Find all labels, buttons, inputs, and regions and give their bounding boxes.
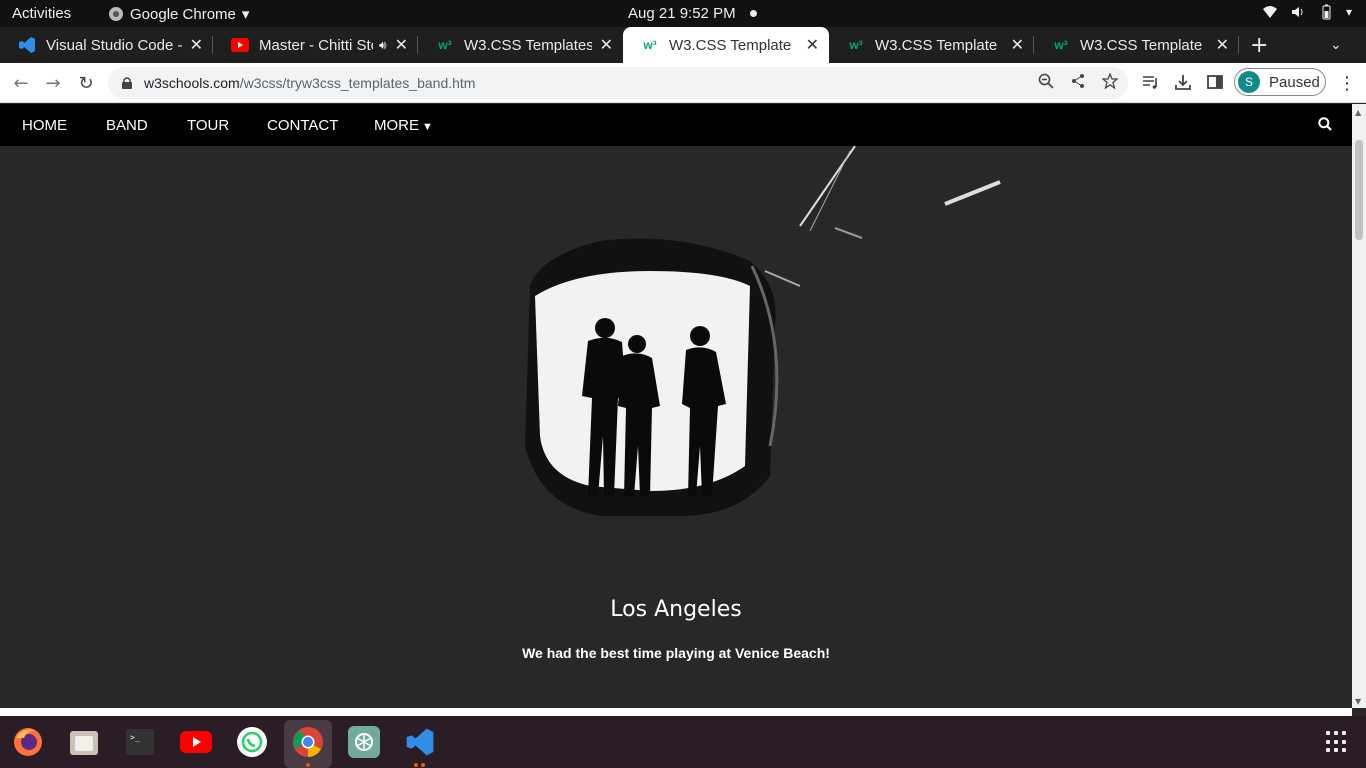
whatsapp-icon[interactable] — [236, 726, 268, 758]
tab-title: W3.CSS Template — [669, 36, 792, 54]
browser-toolbar: ← → ↻ w3schools.com/w3css/tryw3css_templ… — [0, 63, 1366, 103]
close-icon[interactable]: ✕ — [190, 35, 203, 55]
search-icon[interactable] — [1318, 117, 1332, 131]
chevron-down-icon: ▾ — [241, 6, 250, 23]
nav-more-label: MORE — [374, 117, 419, 134]
chrome-icon — [109, 7, 123, 21]
volume-icon — [1291, 7, 1303, 17]
tab-separator — [1238, 36, 1239, 54]
system-top-bar: Activities Google Chrome ▾ Aug 21 9:52 P… — [0, 0, 1366, 27]
running-indicator — [414, 763, 418, 767]
page-bottom-strip — [0, 708, 1352, 716]
more-menu-icon[interactable]: ⋮ — [1338, 73, 1356, 94]
site-navbar: HOME BAND TOUR CONTACT MORE ▼ — [0, 104, 1352, 146]
side-panel-icon[interactable] — [1206, 73, 1224, 91]
dock: >_ — [0, 716, 1366, 768]
share-icon[interactable] — [1070, 73, 1086, 89]
tab-strip: Visual Studio Code - ✕ Master - Chitti S… — [0, 27, 1366, 63]
slide-caption: We had the best time playing at Venice B… — [522, 645, 830, 661]
youtube-icon — [231, 36, 249, 54]
slide-title: Los Angeles — [610, 597, 742, 622]
tab-w3-template-3[interactable]: w³ W3.CSS Template ✕ — [1034, 27, 1239, 63]
files-icon[interactable] — [68, 726, 100, 758]
tab-w3-template-active[interactable]: w³ W3.CSS Template ✕ — [623, 27, 829, 63]
svg-text:>_: >_ — [130, 733, 140, 742]
scroll-down-icon[interactable]: ▼ — [1355, 697, 1361, 706]
zoom-icon[interactable] — [1038, 73, 1054, 89]
clock[interactable]: Aug 21 9:52 PM — [628, 5, 736, 22]
app-menu-label: Google Chrome — [130, 5, 236, 23]
forward-button[interactable]: → — [40, 70, 66, 96]
notification-dot — [750, 10, 757, 17]
lock-icon — [122, 77, 132, 89]
w3schools-icon: w³ — [1054, 38, 1068, 52]
w3schools-icon: w³ — [643, 38, 657, 52]
tab-title: Master - Chitti Sto — [259, 36, 374, 54]
terminal-icon[interactable]: >_ — [124, 726, 156, 758]
nav-home[interactable]: HOME — [22, 117, 67, 134]
star-icon[interactable] — [1102, 73, 1118, 89]
page-scrollbar[interactable]: ▲ ▼ — [1352, 104, 1366, 708]
w3schools-icon: w³ — [849, 38, 863, 52]
tab-youtube[interactable]: Master - Chitti Sto 🔊︎ ✕ — [213, 27, 418, 63]
reload-icon: ↻ — [78, 72, 94, 94]
nav-more-dropdown[interactable]: MORE ▼ — [374, 117, 433, 134]
close-icon[interactable]: ✕ — [1011, 35, 1024, 55]
media-control-icon[interactable] — [1142, 73, 1160, 91]
battery-icon — [1322, 4, 1331, 20]
url-domain: w3schools.com — [144, 75, 240, 91]
chevron-down-icon: ▾ — [1345, 5, 1352, 19]
address-bar[interactable]: w3schools.com/w3css/tryw3css_templates_b… — [108, 67, 1128, 99]
tab-title: W3.CSS Template — [875, 36, 998, 54]
close-icon[interactable]: ✕ — [806, 35, 819, 55]
chatgpt-icon[interactable] — [348, 726, 380, 758]
youtube-icon[interactable] — [180, 726, 212, 758]
running-indicator — [421, 763, 425, 767]
arrow-right-icon: → — [45, 72, 61, 94]
w3schools-icon: w³ — [438, 38, 452, 52]
tab-title: W3.CSS Template — [1080, 36, 1203, 54]
tab-search-button[interactable]: ⌄ — [1330, 27, 1342, 63]
nav-contact[interactable]: CONTACT — [267, 117, 338, 134]
nav-tour[interactable]: TOUR — [187, 117, 229, 134]
reload-button[interactable]: ↻ — [73, 70, 99, 96]
avatar: S — [1238, 71, 1260, 93]
caret-down-icon: ▼ — [419, 121, 433, 133]
tab-vscode[interactable]: Visual Studio Code - ✕ — [0, 27, 213, 63]
scrollbar-thumb[interactable] — [1355, 140, 1363, 240]
scroll-up-icon[interactable]: ▲ — [1355, 108, 1361, 117]
tab-title: Visual Studio Code - — [46, 36, 182, 54]
close-icon[interactable]: ✕ — [1216, 35, 1229, 55]
profile-button[interactable]: S Paused — [1234, 68, 1326, 96]
tab-w3-template-2[interactable]: w³ W3.CSS Template ✕ — [829, 27, 1034, 63]
close-icon[interactable]: ✕ — [600, 35, 613, 55]
tab-w3-templates[interactable]: w³ W3.CSS Templates ✕ — [418, 27, 623, 63]
activities-button[interactable]: Activities — [12, 5, 71, 22]
nav-band[interactable]: BAND — [106, 117, 148, 134]
profile-status: Paused — [1269, 73, 1320, 91]
arrow-left-icon: ← — [13, 72, 29, 94]
vscode-icon[interactable] — [404, 726, 436, 758]
download-icon[interactable] — [1174, 73, 1192, 91]
band-photo — [525, 145, 1001, 516]
close-icon[interactable]: ✕ — [395, 35, 408, 55]
system-tray[interactable]: ▾ — [1262, 4, 1352, 20]
new-tab-button[interactable]: + — [1250, 27, 1272, 63]
web-page: HOME BAND TOUR CONTACT MORE ▼ Los Angele… — [0, 104, 1352, 708]
wifi-icon — [1262, 6, 1277, 18]
tab-title: W3.CSS Templates — [464, 36, 592, 54]
running-indicator — [306, 763, 310, 767]
chevron-down-icon: ⌄ — [1330, 37, 1342, 53]
app-menu[interactable]: Google Chrome ▾ — [108, 5, 249, 23]
url-path: /w3css/tryw3css_templates_band.htm — [239, 75, 476, 91]
firefox-icon[interactable] — [12, 726, 44, 758]
back-button[interactable]: ← — [8, 70, 34, 96]
slideshow: Los Angeles We had the best time playing… — [0, 145, 1352, 708]
chrome-icon[interactable] — [292, 726, 324, 758]
vscode-icon — [18, 36, 36, 54]
show-apps-icon[interactable] — [1326, 731, 1348, 753]
speaker-icon[interactable]: 🔊︎ — [379, 38, 387, 53]
